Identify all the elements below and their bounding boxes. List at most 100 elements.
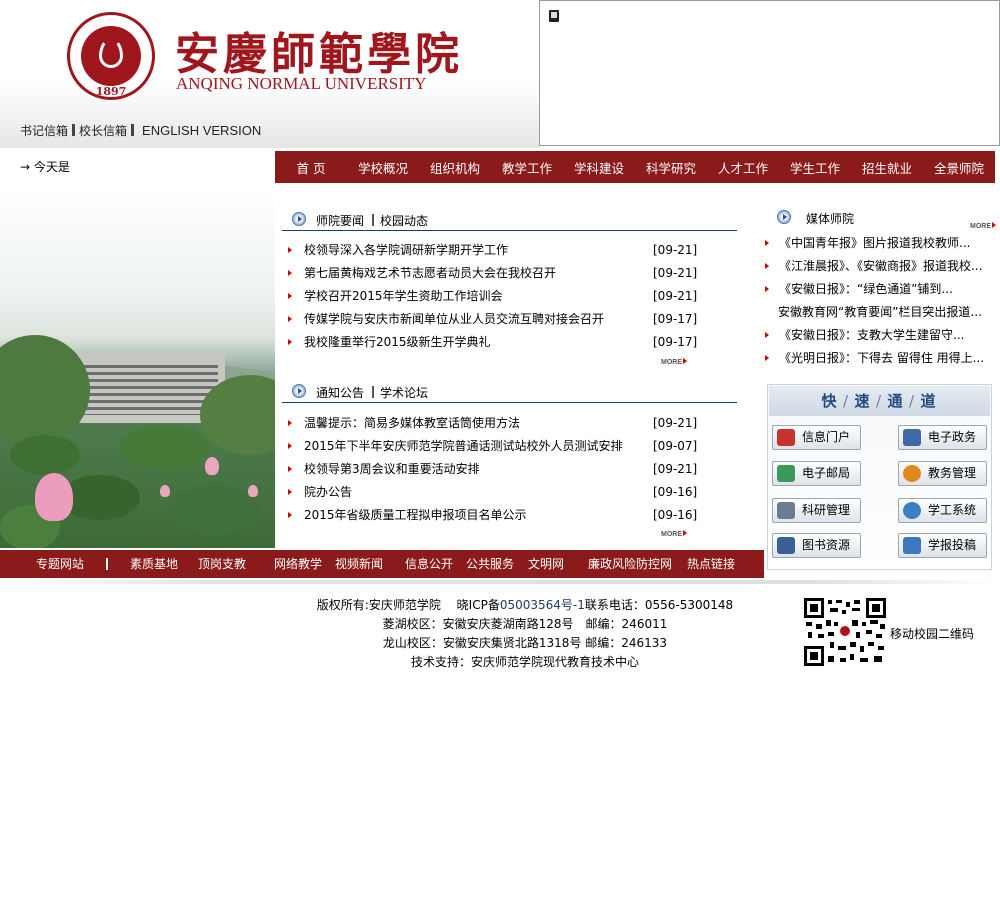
- seal-year: 1897: [95, 85, 127, 98]
- arrow-icon: [288, 489, 292, 495]
- nav-admissions[interactable]: 招生就业: [851, 158, 923, 177]
- list-item[interactable]: 《安徽日报》：支教大学生建留守...: [763, 324, 998, 347]
- quick-channels-panel: 快 / 速 / 通 / 道 信息门户 电子政务 电子邮局 教务管理 科研管理 学工系统 图书…: [767, 384, 992, 570]
- english-version-link[interactable]: ENGLISH VERSION: [142, 123, 261, 138]
- nav-about[interactable]: 学校概况: [347, 158, 419, 177]
- computer-icon: [777, 502, 795, 519]
- arrow-icon: [288, 443, 292, 449]
- nav-home[interactable]: 首 页: [275, 158, 347, 177]
- pie-chart-icon: [903, 465, 921, 482]
- arrow-icon: [765, 240, 769, 246]
- arrow-icon: [765, 263, 769, 269]
- arrow-icon: [765, 286, 769, 292]
- tab-school-news[interactable]: 师院要闻: [316, 212, 364, 229]
- academic-affairs-button[interactable]: 教务管理: [898, 461, 987, 486]
- monitor-icon: [903, 429, 921, 446]
- media-section-title: 媒体师院: [806, 212, 855, 226]
- tab-notices[interactable]: 通知公告: [316, 384, 364, 401]
- link-video-news[interactable]: 视频新闻: [335, 550, 383, 578]
- notices-section-header: 通知公告 学术论坛: [282, 381, 737, 403]
- book-icon: [777, 537, 795, 554]
- section-bullet-icon: [292, 212, 306, 226]
- list-item[interactable]: 《安徽日报》：“绿色通道”铺到...: [763, 278, 998, 301]
- qr-code-label: 移动校园二维码: [890, 627, 975, 641]
- mail-house-icon: [777, 465, 795, 482]
- secretary-mailbox-link[interactable]: 书记信箱: [20, 122, 68, 139]
- links-bar: 专题网站 素质基地 顶岗支教 网络教学 视频新闻 信息公开 公共服务 文明网 廉…: [0, 550, 764, 578]
- info-portal-button[interactable]: 信息门户: [772, 425, 861, 450]
- arrow-icon: [288, 420, 292, 426]
- divider: [0, 580, 1000, 584]
- notices-list: 温馨提示：简易多媒体教室话筒使用方法 [09-21] 2015年下半年安庆师范学院…: [285, 412, 705, 527]
- section-bullet-icon: [292, 384, 306, 398]
- arrow-icon: [765, 355, 769, 361]
- list-item[interactable]: 《江淮晨报》、《安徽商报》报道我校...: [763, 255, 998, 278]
- qr-code-icon: [804, 598, 886, 666]
- list-item[interactable]: 2015年下半年安庆师范学院普通话测试站校外人员测试安排 [09-07]: [285, 435, 705, 458]
- research-management-button[interactable]: 科研管理: [772, 498, 861, 523]
- arrow-icon: [288, 316, 292, 322]
- header: 1897 安慶師範學院 ANQING NORMAL UNIVERSITY 书记信…: [0, 0, 1000, 148]
- link-teaching-support[interactable]: 顶岗支教: [198, 550, 246, 578]
- student-affairs-button[interactable]: 学工系统: [898, 498, 987, 523]
- link-special-sites[interactable]: 专题网站: [36, 550, 84, 578]
- news-section-header: 师院要闻 校园动态: [282, 209, 737, 231]
- media-more-link[interactable]: MORE: [970, 222, 996, 230]
- list-item[interactable]: 温馨提示：简易多媒体教室话筒使用方法 [09-21]: [285, 412, 705, 435]
- link-info-disclosure[interactable]: 信息公开: [405, 550, 453, 578]
- link-integrity-risk[interactable]: 廉政风险防控网: [588, 550, 672, 578]
- president-mailbox-link[interactable]: 校长信箱: [79, 122, 127, 139]
- list-item[interactable]: 《中国青年报》图片报道我校教师...: [763, 232, 998, 255]
- notices-more-link[interactable]: MORE: [661, 530, 687, 538]
- section-bullet-icon: [777, 210, 791, 224]
- link-quality-base[interactable]: 素质基地: [130, 550, 178, 578]
- library-resources-button[interactable]: 图书资源: [772, 533, 861, 558]
- nav-research[interactable]: 科学研究: [635, 158, 707, 177]
- list-item[interactable]: 院办公告 [09-16]: [285, 481, 705, 504]
- list-item[interactable]: 《光明日报》：下得去 留得住 用得上...: [763, 347, 998, 370]
- e-government-button[interactable]: 电子政务: [898, 425, 987, 450]
- tab-campus-news[interactable]: 校园动态: [380, 212, 428, 229]
- news-more-link[interactable]: MORE: [661, 358, 687, 366]
- link-hot-links[interactable]: 热点链接: [687, 550, 735, 578]
- media-section-header: 媒体师院: [767, 207, 997, 229]
- nav-panorama[interactable]: 全景师院: [923, 158, 995, 177]
- list-item[interactable]: 我校隆重举行2015级新生开学典礼 [09-17]: [285, 331, 705, 354]
- nav-organization[interactable]: 组织机构: [419, 158, 491, 177]
- arrow-icon: [288, 339, 292, 345]
- arrow-icon: [288, 466, 292, 472]
- nav-students[interactable]: 学生工作: [779, 158, 851, 177]
- list-item[interactable]: 安徽教育网“教育要闻”栏目突出报道...: [763, 301, 998, 324]
- tab-academic-forum[interactable]: 学术论坛: [380, 384, 428, 401]
- house-icon: [777, 429, 795, 446]
- journal-submission-button[interactable]: 学报投稿: [898, 533, 987, 558]
- university-name-cn: 安慶師範學院: [175, 29, 463, 80]
- top-links: 书记信箱 校长信箱 ENGLISH VERSION: [20, 122, 261, 139]
- link-civilization-net[interactable]: 文明网: [528, 550, 564, 578]
- arrow-icon: [288, 512, 292, 518]
- icp-link[interactable]: 05003564号-1: [500, 598, 585, 612]
- date-label: → 今天是: [20, 160, 70, 174]
- flash-banner-placeholder: [539, 0, 1000, 146]
- link-online-teaching[interactable]: 网络教学: [274, 550, 322, 578]
- list-item[interactable]: 校领导深入各学院调研新学期开学工作 [09-21]: [285, 239, 705, 262]
- plugin-icon: [549, 10, 559, 22]
- list-item[interactable]: 传媒学院与安庆市新闻单位从业人员交流互聘对接会召开 [09-17]: [285, 308, 705, 331]
- news-list: 校领导深入各学院调研新学期开学工作 [09-21] 第七届黄梅戏艺术节志愿者动员大…: [285, 239, 705, 354]
- nav-teaching[interactable]: 教学工作: [491, 158, 563, 177]
- list-item[interactable]: 2015年省级质量工程拟申报项目名单公示 [09-16]: [285, 504, 705, 527]
- nav-talent[interactable]: 人才工作: [707, 158, 779, 177]
- arrow-icon: [288, 247, 292, 253]
- e-mail-button[interactable]: 电子邮局: [772, 461, 861, 486]
- link-public-service[interactable]: 公共服务: [466, 550, 514, 578]
- university-seal-logo: 1897: [67, 12, 155, 100]
- arrow-icon: [765, 332, 769, 338]
- list-item[interactable]: 学校召开2015年学生资助工作培训会 [09-21]: [285, 285, 705, 308]
- arrow-icon: [288, 270, 292, 276]
- arrow-icon: [288, 293, 292, 299]
- university-name-en: ANQING NORMAL UNIVERSITY: [176, 74, 427, 93]
- list-item[interactable]: 校领导第3周会议和重要活动安排 [09-21]: [285, 458, 705, 481]
- nav-disciplines[interactable]: 学科建设: [563, 158, 635, 177]
- main-nav: 首 页 学校概况 组织机构 教学工作 学科建设 科学研究 人才工作 学生工作 招…: [275, 151, 995, 183]
- list-item[interactable]: 第七届黄梅戏艺术节志愿者动员大会在我校召开 [09-21]: [285, 262, 705, 285]
